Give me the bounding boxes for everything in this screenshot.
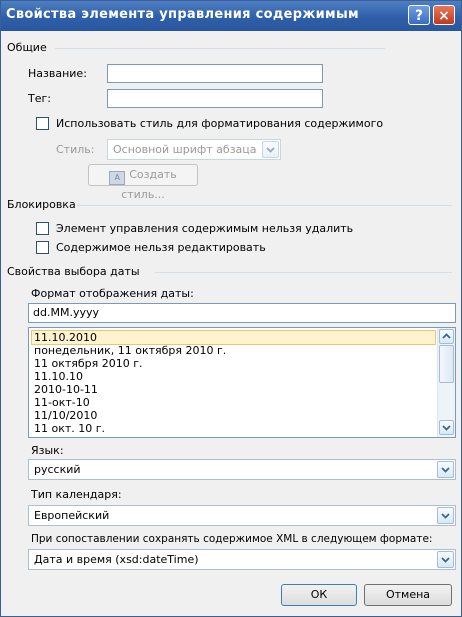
name-input[interactable] [107, 64, 323, 83]
list-item[interactable]: 2010-10-11 [32, 383, 435, 396]
close-button[interactable]: × [433, 5, 455, 25]
cannot-edit-label: Содержимое нельзя редактировать [56, 241, 266, 254]
style-dropdown-button[interactable] [262, 141, 279, 158]
style-label: Стиль: [56, 143, 95, 156]
xml-format-dropdown-button[interactable] [437, 551, 454, 568]
chevron-down-icon [266, 147, 275, 153]
list-item[interactable]: 11-окт-10 [32, 396, 435, 409]
help-button[interactable]: ? [408, 5, 430, 25]
list-item[interactable]: 11.10.10 [32, 370, 435, 383]
language-combo[interactable]: русский [28, 459, 456, 480]
cannot-edit-checkbox[interactable] [36, 241, 49, 254]
xml-format-value: Дата и время (xsd:dateTime) [34, 553, 199, 566]
chevron-down-icon [441, 557, 450, 563]
create-style-button[interactable]: A Создать стиль... [88, 164, 198, 201]
date-props-group-label: Свойства выбора даты [7, 265, 140, 278]
cancel-button[interactable]: Отмена [364, 584, 452, 606]
style-value: Основной шрифт абзаца [113, 143, 257, 156]
language-value: русский [34, 463, 81, 476]
calendar-value: Европейский [34, 509, 110, 522]
date-format-list[interactable]: 11.10.2010 понедельник, 11 октября 2010 г… [28, 327, 456, 438]
create-style-label: Создать стиль... [121, 168, 177, 201]
chevron-down-icon [441, 467, 450, 473]
style-icon: A [109, 171, 126, 185]
general-group-header: Общие [7, 41, 452, 55]
tag-input[interactable] [107, 89, 323, 108]
date-format-input[interactable]: dd.MM.yyyy [28, 303, 456, 323]
style-combo[interactable]: Основной шрифт абзаца [107, 139, 281, 160]
scroll-down-button[interactable] [439, 420, 454, 435]
group-divider [155, 272, 452, 273]
list-item[interactable]: 11.10.2010 [31, 330, 436, 345]
date-format-label: Формат отображения даты: [31, 287, 194, 300]
calendar-dropdown-button[interactable] [437, 507, 454, 524]
group-divider [77, 205, 452, 206]
group-divider [55, 48, 385, 49]
name-label: Название: [28, 67, 87, 80]
general-group-label: Общие [7, 41, 47, 54]
chevron-down-icon [441, 513, 450, 519]
chevron-down-icon [442, 425, 451, 431]
date-props-group-header: Свойства выбора даты [7, 265, 452, 279]
cannot-delete-label: Элемент управления содержимым нельзя уда… [56, 222, 354, 235]
list-item[interactable]: понедельник, 11 октября 2010 г. [32, 344, 435, 357]
ok-button[interactable]: ОК [281, 584, 357, 606]
calendar-combo[interactable]: Европейский [28, 505, 456, 526]
list-item[interactable]: 11 октября 2010 г. [32, 357, 435, 370]
list-item[interactable]: 11 окт. 10 г. [32, 422, 435, 435]
scroll-thumb[interactable] [439, 345, 454, 383]
title-bar[interactable]: Свойства элемента управления содержимым … [1, 1, 461, 31]
xml-format-label: При сопоставлении сохранять содержимое X… [31, 533, 433, 545]
cannot-delete-checkbox[interactable] [36, 222, 49, 235]
calendar-label: Тип календаря: [31, 488, 122, 501]
list-item[interactable]: 11/10/2010 [32, 409, 435, 422]
language-label: Язык: [31, 444, 64, 457]
use-style-checkbox[interactable] [36, 117, 49, 130]
scroll-up-button[interactable] [439, 329, 454, 344]
tag-label: Тег: [28, 92, 51, 105]
chevron-up-icon [442, 333, 451, 339]
dialog-body: Общие Название: Тег: Использовать стиль … [1, 31, 461, 616]
language-dropdown-button[interactable] [437, 461, 454, 478]
use-style-label: Использовать стиль для форматирования со… [56, 117, 384, 130]
dialog-title: Свойства элемента управления содержимым [6, 7, 359, 22]
list-scrollbar[interactable] [437, 328, 455, 437]
dialog-window: Свойства элемента управления содержимым … [0, 0, 462, 617]
locking-group-header: Блокировка [7, 198, 452, 212]
xml-format-combo[interactable]: Дата и время (xsd:dateTime) [28, 549, 456, 570]
locking-group-label: Блокировка [7, 198, 76, 211]
